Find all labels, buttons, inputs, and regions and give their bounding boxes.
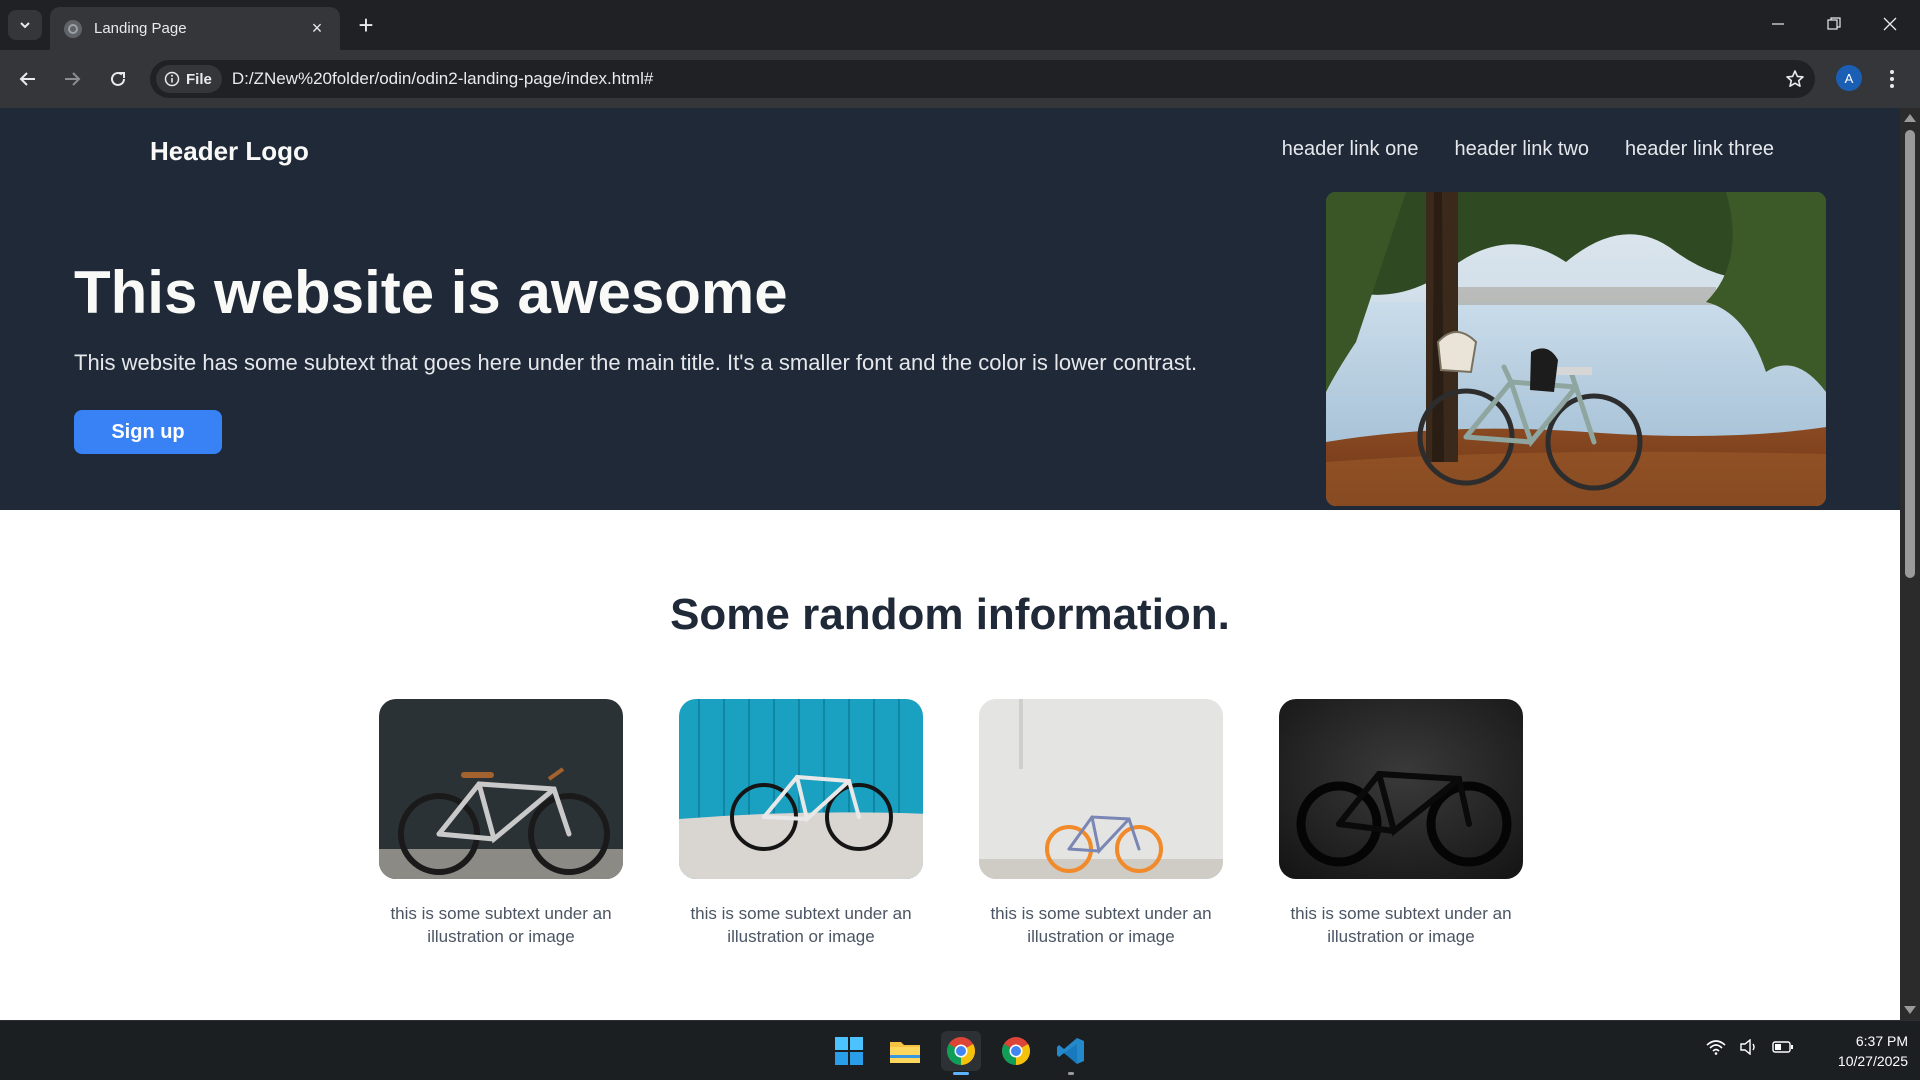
address-bar[interactable]: File D:/ZNew%20folder/odin/odin2-landing… xyxy=(150,60,1815,98)
system-tray xyxy=(1706,1039,1794,1055)
tab-bar: Landing Page × + xyxy=(0,0,1920,50)
site-info-label: File xyxy=(186,70,212,88)
info-card: this is some subtext under an illustrati… xyxy=(1276,696,1526,948)
chrome-icon xyxy=(1002,1037,1030,1065)
hero-section: Header Logo header link one header link … xyxy=(0,108,1900,510)
scroll-thumb[interactable] xyxy=(1905,130,1915,578)
minimize-button[interactable] xyxy=(1758,6,1798,42)
header-logo[interactable]: Header Logo xyxy=(150,136,309,167)
browser-menu-button[interactable] xyxy=(1880,64,1904,94)
scroll-up-arrow-icon[interactable] xyxy=(1904,114,1916,122)
vscode-taskbar-button[interactable] xyxy=(1051,1031,1091,1075)
minimize-icon xyxy=(1772,23,1784,25)
reload-icon xyxy=(111,71,125,86)
clock-time: 6:37 PM xyxy=(1855,1033,1908,1049)
info-title: Some random information. xyxy=(670,590,1230,639)
vscode-icon xyxy=(1057,1038,1084,1064)
system-clock[interactable]: 6:37 PM 10/27/2025 xyxy=(1808,1031,1908,1071)
arrow-left-icon xyxy=(19,72,35,86)
wifi-icon[interactable] xyxy=(1706,1039,1726,1055)
info-card: this is some subtext under an illustrati… xyxy=(376,696,626,948)
restore-icon xyxy=(1827,17,1841,30)
volume-icon[interactable] xyxy=(1740,1039,1758,1055)
signup-button[interactable]: Sign up xyxy=(74,410,222,454)
info-icon xyxy=(164,71,180,87)
chrome-icon xyxy=(947,1037,975,1065)
hero-title: This website is awesome xyxy=(74,259,788,326)
tab-search-button[interactable] xyxy=(8,10,42,40)
star-icon xyxy=(1786,70,1804,87)
file-explorer-icon xyxy=(890,1042,920,1063)
reload-button[interactable] xyxy=(102,63,134,95)
info-card: this is some subtext under an illustrati… xyxy=(676,696,926,948)
chrome-profile-taskbar-button[interactable] xyxy=(996,1031,1036,1071)
running-indicator xyxy=(1068,1072,1074,1075)
bike-image-teal-fence xyxy=(676,696,926,882)
header-link-one[interactable]: header link one xyxy=(1282,138,1419,161)
start-icon xyxy=(835,1037,863,1065)
scroll-down-arrow-icon[interactable] xyxy=(1904,1006,1916,1014)
tab-title: Landing Page xyxy=(94,20,187,37)
page-scrollbar[interactable] xyxy=(1900,108,1920,1020)
card-text: this is some subtext under an illustrati… xyxy=(990,904,1212,946)
bike-image-dark-wall xyxy=(376,696,626,882)
restore-button[interactable] xyxy=(1814,6,1854,42)
start-button[interactable] xyxy=(829,1031,869,1071)
header-link-two[interactable]: header link two xyxy=(1454,138,1589,161)
globe-icon xyxy=(64,19,82,38)
header-nav: header link one header link two header l… xyxy=(1282,138,1774,161)
bookmark-button[interactable] xyxy=(1775,69,1815,89)
card-text: this is some subtext under an illustrati… xyxy=(1290,904,1512,946)
battery-icon[interactable] xyxy=(1772,1040,1794,1054)
new-tab-button[interactable]: + xyxy=(352,12,380,40)
info-cards: this is some subtext under an illustrati… xyxy=(376,696,1526,948)
clock-date: 10/27/2025 xyxy=(1837,1053,1908,1069)
page-viewport: Header Logo header link one header link … xyxy=(0,108,1900,1020)
url-text[interactable]: D:/ZNew%20folder/odin/odin2-landing-page… xyxy=(232,69,1775,89)
header-link-three[interactable]: header link three xyxy=(1625,138,1774,161)
site-info-chip[interactable]: File xyxy=(156,65,222,93)
file-explorer-button[interactable] xyxy=(885,1031,925,1071)
hero-image-bicycle-by-lake xyxy=(1326,192,1826,506)
hero-subtitle: This website has some subtext that goes … xyxy=(74,350,1198,375)
taskbar: 6:37 PM 10/27/2025 xyxy=(0,1020,1920,1080)
browser-toolbar: File D:/ZNew%20folder/odin/odin2-landing… xyxy=(0,50,1920,108)
chevron-down-icon xyxy=(20,22,30,29)
chrome-taskbar-button[interactable] xyxy=(941,1031,981,1075)
back-button[interactable] xyxy=(12,63,44,95)
close-icon xyxy=(1883,17,1897,31)
forward-button[interactable] xyxy=(56,63,88,95)
active-indicator xyxy=(953,1072,969,1075)
card-text: this is some subtext under an illustrati… xyxy=(390,904,612,946)
window-close-button[interactable] xyxy=(1870,6,1910,42)
tab-landing-page[interactable]: Landing Page × xyxy=(50,7,340,50)
close-icon[interactable]: × xyxy=(306,18,328,40)
bike-image-black-studio xyxy=(1276,696,1526,882)
more-vertical-icon xyxy=(1890,70,1894,88)
card-text: this is some subtext under an illustrati… xyxy=(690,904,912,946)
arrow-right-icon xyxy=(65,72,81,86)
info-card: this is some subtext under an illustrati… xyxy=(976,696,1226,948)
bike-image-white-wall xyxy=(976,696,1226,882)
profile-avatar[interactable]: A xyxy=(1836,65,1862,91)
